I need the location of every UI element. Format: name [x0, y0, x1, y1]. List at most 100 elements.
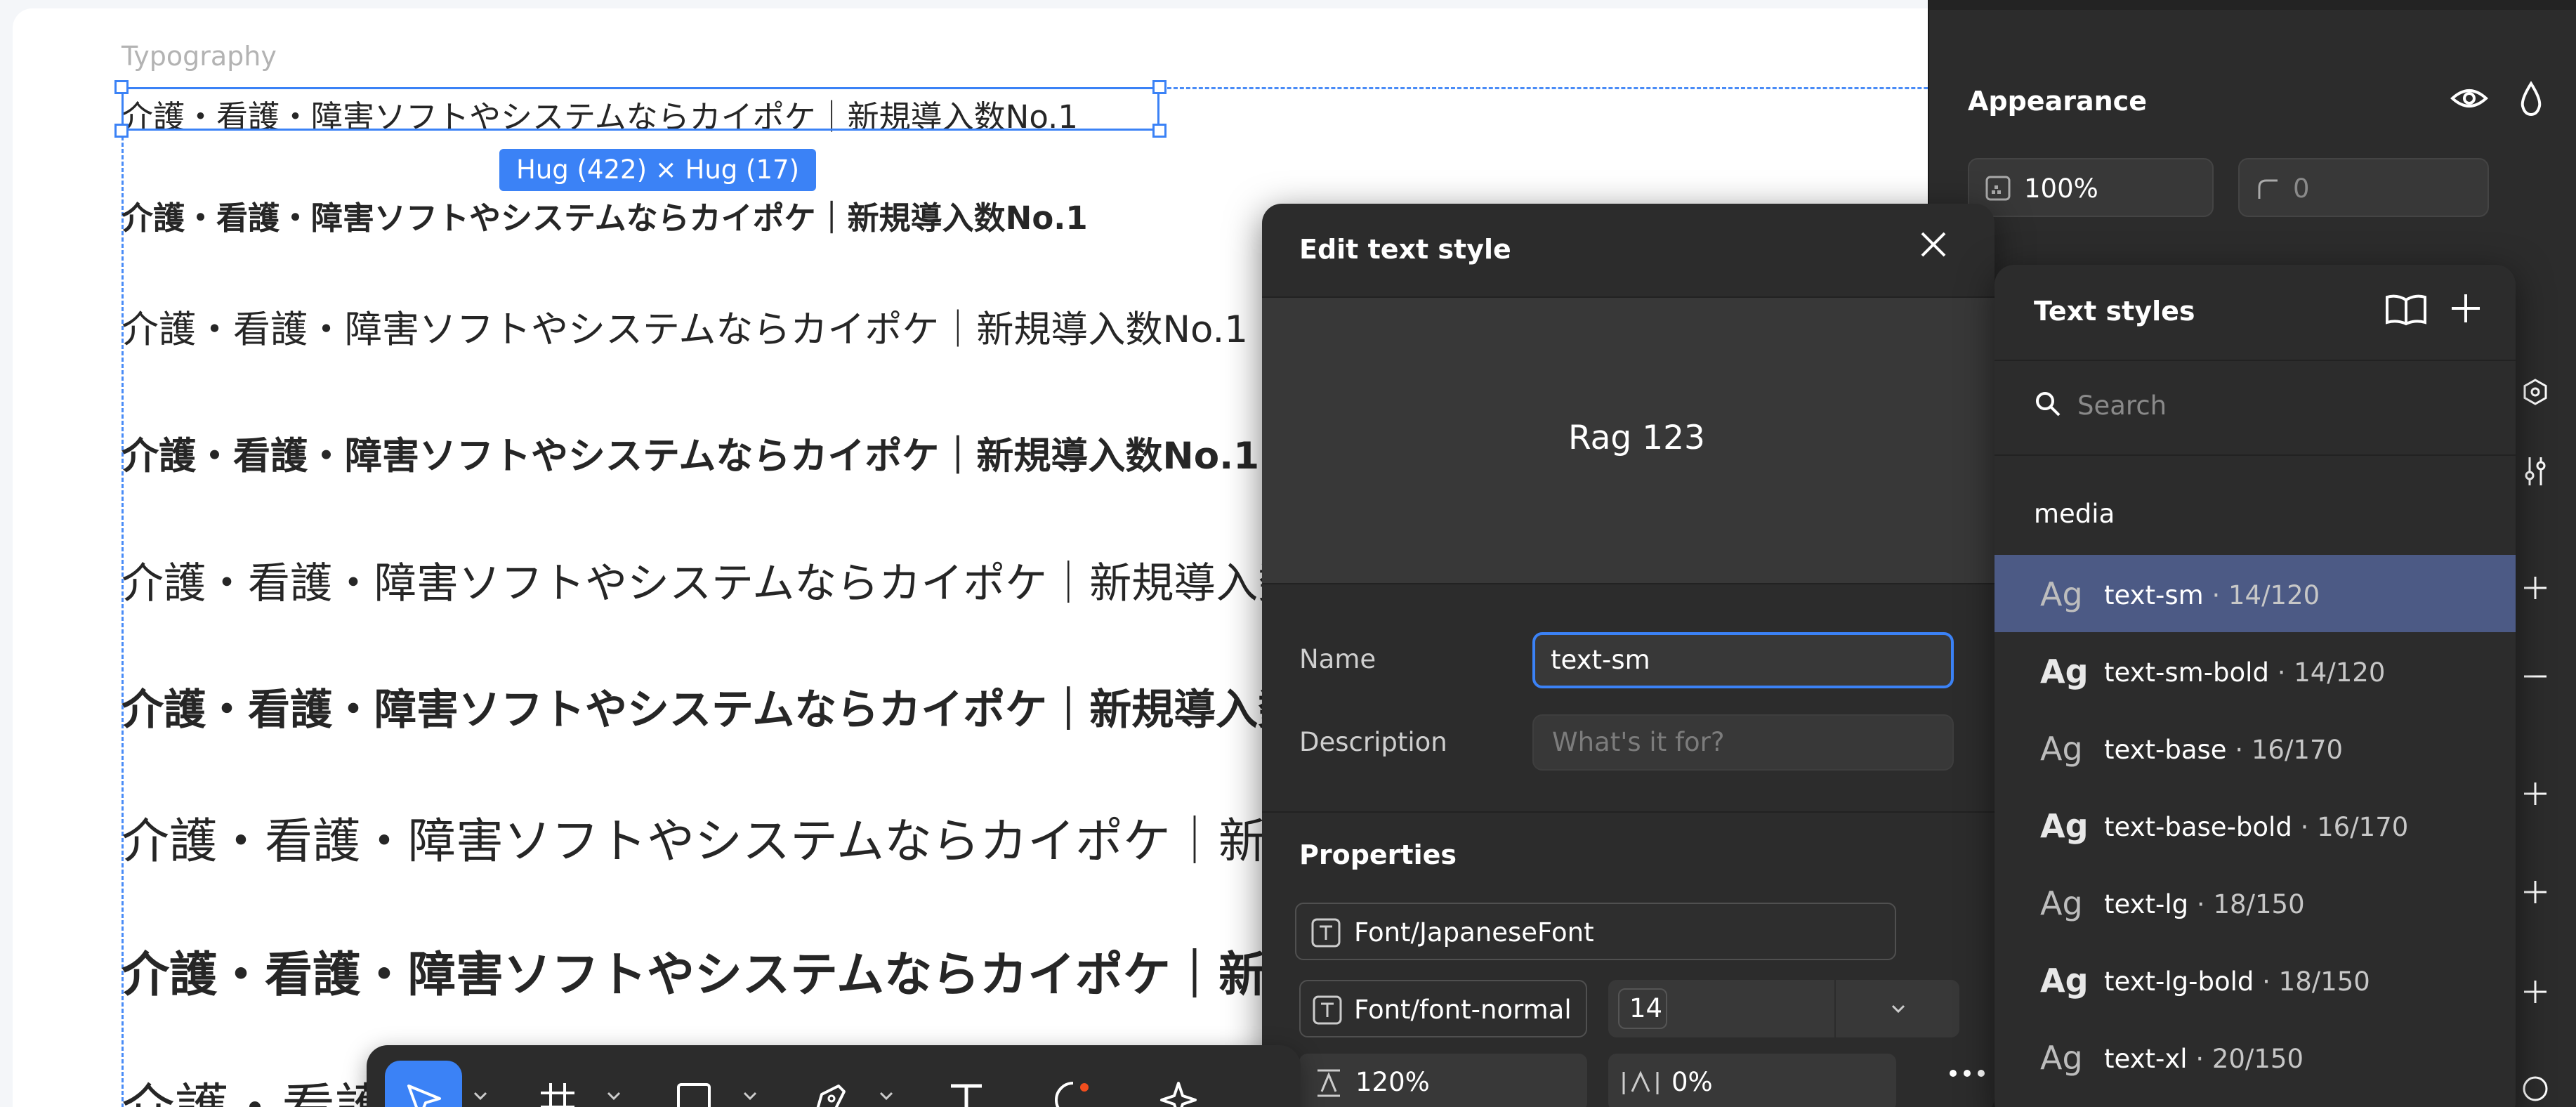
- selection-box[interactable]: [121, 87, 1159, 131]
- opacity-icon: [1985, 176, 2011, 201]
- letter-spacing-icon: [1622, 1070, 1659, 1094]
- style-row-text-xl[interactable]: Ag text-xl · 20/150: [1995, 1018, 2516, 1096]
- pen-nib-icon: [816, 1085, 846, 1107]
- opacity-value: 100%: [2024, 173, 2098, 204]
- text-layer-lg[interactable]: 介護・看護・障害ソフトやシステムならカイポケ｜新規導入数No.1: [121, 549, 1397, 610]
- style-name: text-base · 16/170: [2104, 735, 2343, 765]
- text-t-icon: [951, 1084, 982, 1107]
- style-row-text-sm-bold[interactable]: Ag text-sm-bold · 14/120: [1995, 632, 2516, 709]
- name-label: Name: [1299, 644, 1376, 674]
- properties-heading: Properties: [1299, 839, 1457, 870]
- panel-divider: [1995, 454, 2516, 456]
- opacity-field[interactable]: 100%: [1968, 158, 2214, 217]
- line-height-icon: [1317, 1069, 1340, 1097]
- style-name-text: text-base: [2104, 735, 2227, 765]
- ag-preview-icon: Ag: [2040, 1039, 2083, 1077]
- comment-bubble-icon: [1055, 1082, 1089, 1107]
- shape-tool-button[interactable]: [655, 1061, 732, 1107]
- style-name: text-lg-bold · 18/150: [2104, 967, 2370, 997]
- style-meta: · 16/170: [2292, 812, 2409, 842]
- description-input[interactable]: What's it for?: [1532, 714, 1954, 771]
- search-input[interactable]: [2077, 384, 2471, 426]
- chevron-down-icon[interactable]: [742, 1087, 758, 1104]
- adjust-sliders-icon[interactable]: [2521, 454, 2549, 488]
- style-meta: · 14/120: [2268, 657, 2386, 688]
- chevron-down-icon[interactable]: [878, 1087, 895, 1104]
- blend-mode-drop-icon[interactable]: [2518, 81, 2544, 117]
- ag-preview-icon: Ag: [2040, 884, 2083, 922]
- style-name: text-sm · 14/120: [2104, 580, 2320, 610]
- line-height-field[interactable]: 120%: [1299, 1054, 1587, 1107]
- pen-tool-button[interactable]: [791, 1061, 868, 1107]
- resize-handle-bottom-right[interactable]: [1152, 124, 1167, 138]
- style-hexagon-icon[interactable]: [2521, 378, 2549, 406]
- size-badge: Hug (422) × Hug (17): [499, 149, 817, 191]
- style-row-text-lg-bold[interactable]: Ag text-lg-bold · 18/150: [1995, 941, 2516, 1018]
- style-meta: · 14/120: [2203, 580, 2320, 610]
- name-input[interactable]: text-sm: [1532, 632, 1954, 688]
- style-row-text-base-bold[interactable]: Ag text-base-bold · 16/170: [1995, 787, 2516, 864]
- eye-icon[interactable]: [2450, 83, 2489, 114]
- move-tool-button[interactable]: [385, 1061, 462, 1107]
- style-row-text-sm[interactable]: Ag text-sm · 14/120: [1995, 555, 2516, 632]
- style-row-text-base[interactable]: Ag text-base · 16/170: [1995, 709, 2516, 787]
- font-family-value: Font/JapaneseFont: [1354, 917, 1594, 948]
- chevron-down-icon[interactable]: [605, 1087, 622, 1104]
- close-icon[interactable]: [1914, 225, 1953, 264]
- font-weight-field[interactable]: Font/font-normal: [1299, 980, 1587, 1037]
- more-options-icon[interactable]: [1947, 1066, 1987, 1080]
- resize-handle-top-right[interactable]: [1152, 80, 1167, 94]
- sparkle-actions-icon: [1160, 1082, 1197, 1107]
- frame-guide-horizontal: [1161, 87, 1979, 89]
- text-tool-button[interactable]: [927, 1061, 1004, 1107]
- style-name-text: text-sm-bold: [2104, 657, 2269, 688]
- style-group-media[interactable]: media: [2034, 499, 2115, 529]
- text-styles-title: Text styles: [2034, 296, 2195, 327]
- letter-spacing-value: 0%: [1671, 1067, 1713, 1097]
- frame-tool-button[interactable]: [518, 1061, 596, 1107]
- text-layer-lg-bold[interactable]: 介護・看護・障害ソフトやシステムならカイポケ｜新規導入数No.1: [121, 676, 1409, 737]
- ag-preview-icon: Ag: [2040, 807, 2089, 845]
- text-layer-base[interactable]: 介護・看護・障害ソフトやシステムならカイポケ｜新規導入数No.1: [121, 300, 1248, 353]
- chevron-down-icon[interactable]: [472, 1087, 489, 1104]
- description-label: Description: [1299, 727, 1447, 757]
- panel-divider: [1995, 360, 2516, 361]
- corner-radius-value: 0: [2293, 173, 2310, 204]
- library-book-icon[interactable]: [2384, 293, 2428, 327]
- add-plus-icon[interactable]: [2521, 780, 2549, 808]
- preview-text: Rag 123: [1568, 419, 1705, 457]
- cursor-arrow-icon: [407, 1085, 441, 1107]
- text-layer-base-bold[interactable]: 介護・看護・障害ソフトやシステムならカイポケ｜新規導入数No.1: [121, 426, 1259, 480]
- style-meta: · 16/170: [2226, 735, 2344, 765]
- text-layer-sm-bold[interactable]: 介護・看護・障害ソフトやシステムならカイポケ｜新規導入数No.1: [121, 192, 1088, 238]
- frame-label[interactable]: Typography: [121, 41, 277, 72]
- style-name: text-lg · 18/150: [2104, 889, 2305, 919]
- style-meta: · 20/150: [2187, 1044, 2304, 1074]
- resize-handle-top-left[interactable]: [114, 80, 129, 94]
- appearance-title: Appearance: [1968, 86, 2147, 117]
- ag-preview-icon: Ag: [2040, 653, 2089, 690]
- style-row-text-lg[interactable]: Ag text-lg · 18/150: [1995, 864, 2516, 941]
- add-style-plus-icon[interactable]: [2449, 292, 2483, 325]
- font-weight-value: Font/font-normal: [1354, 995, 1572, 1025]
- add-plus-icon[interactable]: [2521, 978, 2549, 1006]
- ag-preview-icon: Ag: [2040, 575, 2083, 613]
- add-plus-icon[interactable]: [2521, 574, 2549, 602]
- help-icon[interactable]: [2521, 1075, 2549, 1103]
- font-size-field[interactable]: 14: [1608, 980, 1959, 1037]
- remove-minus-icon[interactable]: [2521, 662, 2549, 690]
- font-family-field[interactable]: Font/JapaneseFont: [1295, 903, 1896, 960]
- actions-tool-button[interactable]: [1139, 1061, 1216, 1107]
- corner-radius-field[interactable]: 0: [2238, 158, 2489, 217]
- bottom-toolbar: [367, 1045, 1301, 1107]
- dialog-divider: [1262, 811, 1995, 813]
- comment-tool-button[interactable]: [1034, 1061, 1111, 1107]
- dialog-title: Edit text style: [1299, 234, 1511, 265]
- resize-handle-bottom-left[interactable]: [114, 124, 129, 138]
- panel-top-strip: [1929, 0, 2576, 10]
- add-plus-icon[interactable]: [2521, 878, 2549, 906]
- chevron-down-icon[interactable]: [1889, 1000, 1907, 1018]
- ag-preview-icon: Ag: [2040, 730, 2083, 768]
- letter-spacing-field[interactable]: 0%: [1608, 1054, 1896, 1107]
- variable-text-icon: [1311, 918, 1341, 948]
